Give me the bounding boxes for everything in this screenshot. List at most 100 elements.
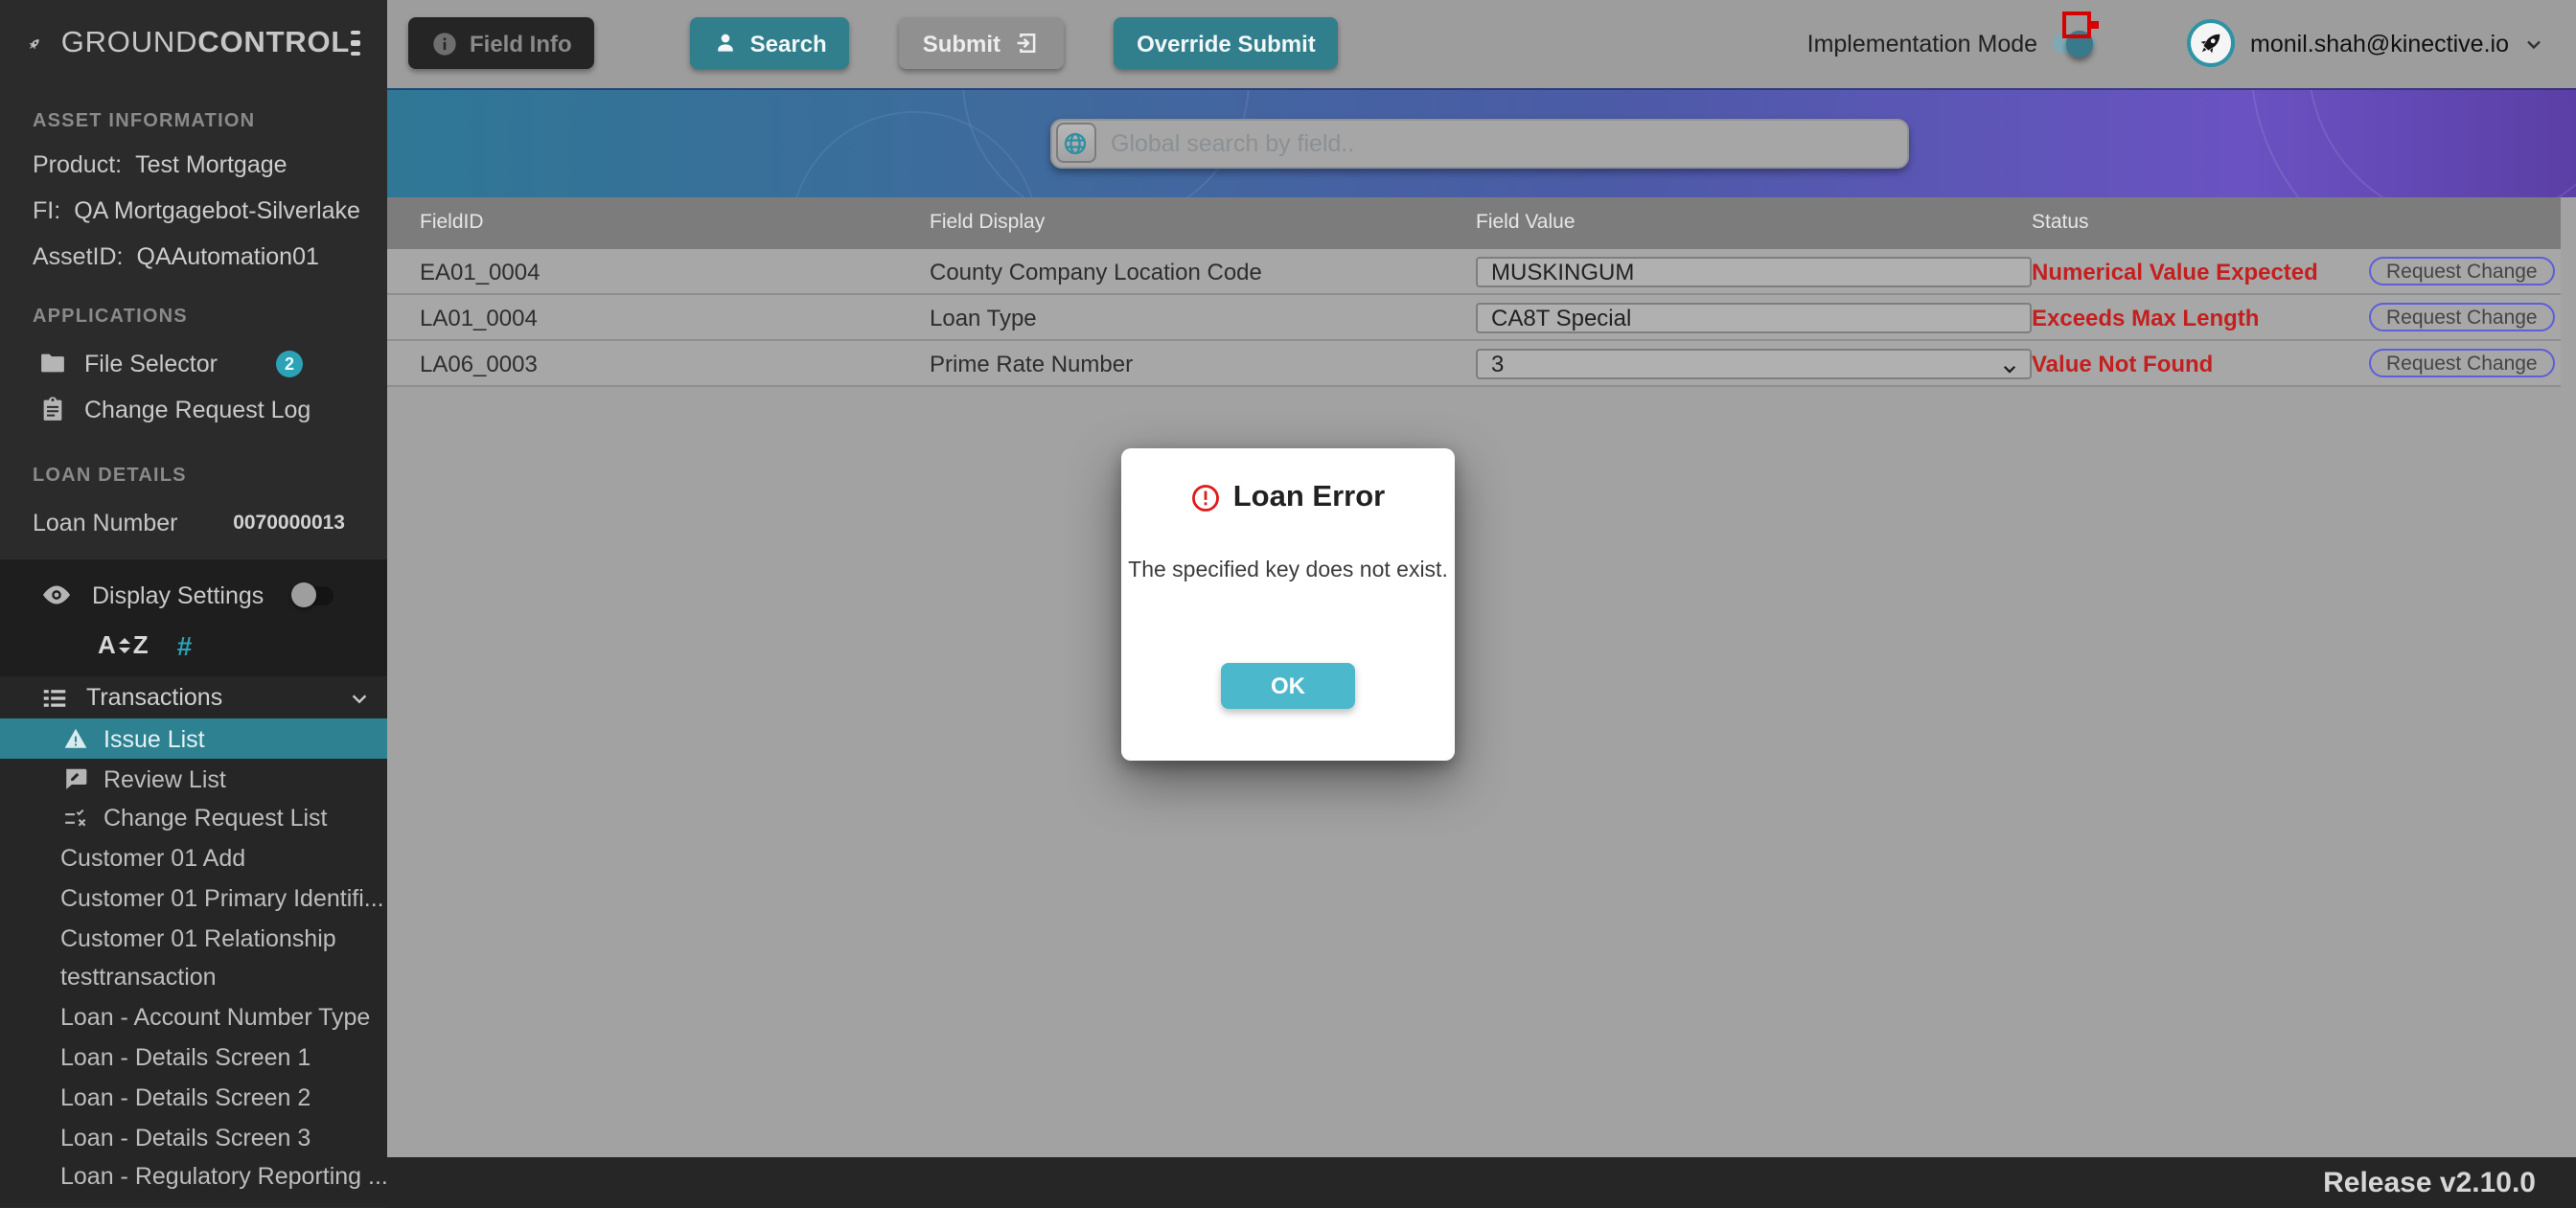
sidebar-item-testtransaction[interactable]: testtransaction: [0, 958, 387, 998]
sidebar-item-review-list[interactable]: Review List: [0, 759, 387, 799]
global-search-bar: [1050, 119, 1909, 168]
gradient-banner: [387, 87, 2576, 196]
sidebar-item-issue-list[interactable]: Issue List: [0, 718, 387, 760]
request-change-button[interactable]: Request Change: [2369, 348, 2555, 378]
column-header-field-value: Field Value: [1476, 211, 1576, 235]
list-icon: [43, 689, 66, 706]
dialog-title-row: Loan Error: [1191, 481, 1385, 515]
asset-id-row: AssetID: QAAutomation01: [33, 243, 319, 270]
column-header-fieldid: FieldID: [420, 211, 484, 235]
hamburger-menu-icon[interactable]: [350, 31, 360, 56]
loan-number-row: Loan Number 0070000013: [33, 509, 345, 536]
toolbar-right-cluster: Implementation Mode monil.shah@kinective…: [1806, 11, 2545, 70]
table-row: LA01_0004 Loan Type Exceeds Max Length R…: [387, 295, 2561, 341]
dialog-message: The specified key does not exist.: [1128, 559, 1448, 582]
sidebar-item-change-request-log[interactable]: Change Request Log: [0, 391, 387, 429]
implementation-mode-toggle[interactable]: [2053, 11, 2110, 70]
transactions-group-header[interactable]: Transactions: [0, 676, 387, 719]
cell-field-id: LA06_0003: [420, 350, 538, 376]
top-toolbar: Field Info Search Submit Override Submit…: [387, 0, 2576, 87]
global-search-input[interactable]: [1111, 129, 1907, 157]
footer: Release v2.10.0: [387, 1156, 2576, 1208]
issue-table: FieldID Field Display Field Value Status…: [387, 196, 2561, 387]
clipboard-icon: [43, 398, 62, 422]
status-text: Exceeds Max Length: [2032, 304, 2260, 330]
display-settings-block: Display Settings AZ #: [0, 558, 387, 676]
brand-title: GROUNDCONTROL: [60, 26, 351, 58]
rule-icon: [65, 809, 86, 827]
main-area: Field Info Search Submit Override Submit…: [387, 0, 2576, 1208]
field-info-button[interactable]: Field Info: [408, 17, 595, 70]
loan-number-value: 0070000013: [233, 511, 345, 535]
annotation-red-box: [2062, 11, 2092, 39]
rocket-logo-icon: [29, 38, 39, 49]
dialog-title: Loan Error: [1232, 481, 1386, 513]
asset-fi-row: FI: QA Mortgagebot-Silverlake: [33, 197, 360, 224]
release-version: Release v2.10.0: [2323, 1166, 2536, 1198]
sidebar-item-customer-01-add[interactable]: Customer 01 Add: [0, 838, 387, 878]
display-settings-toggle[interactable]: [290, 582, 336, 608]
sort-numeric-icon[interactable]: #: [177, 630, 193, 661]
decorative-arc: [2250, 89, 2576, 196]
submit-button[interactable]: Submit: [899, 17, 1065, 70]
sidebar-item-loan-details-screen-3[interactable]: Loan - Details Screen 3: [0, 1118, 387, 1158]
exit-to-app-icon: [1017, 34, 1036, 54]
transactions-section: Transactions Issue List Review List Chan…: [0, 675, 387, 1208]
section-applications: APPLICATIONS: [33, 307, 188, 328]
cell-field-display: Prime Rate Number: [930, 350, 1134, 376]
section-loan-details: LOAN DETAILS: [33, 465, 187, 487]
sidebar-item-loan-variable-rate-info[interactable]: Loan - Variable Rate Info De...: [0, 1197, 387, 1208]
rocket-avatar-icon: [2200, 34, 2220, 54]
asset-product-row: Product: Test Mortgage: [33, 151, 288, 178]
request-change-button[interactable]: Request Change: [2369, 256, 2555, 286]
person-icon: [718, 34, 734, 53]
field-value-input[interactable]: [1476, 256, 2032, 286]
globe-icon[interactable]: [1055, 123, 1095, 164]
override-submit-button[interactable]: Override Submit: [1114, 17, 1339, 70]
status-text: Value Not Found: [2032, 350, 2214, 376]
cell-field-display: County Company Location Code: [930, 258, 1262, 285]
column-header-field-display: Field Display: [930, 211, 1046, 235]
field-value-select[interactable]: [1476, 348, 2032, 378]
annotation-red-tab: [2091, 21, 2100, 30]
cell-field-id: EA01_0004: [420, 258, 540, 285]
folder-icon: [41, 354, 64, 374]
status-text: Numerical Value Expected: [2032, 258, 2318, 285]
sort-alpha-icon[interactable]: AZ: [98, 631, 149, 660]
display-settings-label: Display Settings: [92, 581, 264, 609]
ok-button[interactable]: OK: [1221, 663, 1355, 708]
info-icon: [433, 32, 456, 56]
section-asset-information: ASSET INFORMATION: [33, 111, 256, 132]
field-value-input[interactable]: [1476, 302, 2032, 332]
sidebar: GROUNDCONTROL ASSET INFORMATION Product:…: [0, 0, 387, 1208]
sidebar-item-customer-01-primary-identification[interactable]: Customer 01 Primary Identifi...: [0, 878, 387, 919]
loan-error-dialog: Loan Error The specified key does not ex…: [1121, 448, 1455, 761]
cell-field-id: LA01_0004: [420, 304, 538, 330]
implementation-mode-label: Implementation Mode: [1806, 30, 2038, 57]
brand-header: GROUNDCONTROL: [0, 0, 387, 86]
sidebar-item-file-selector[interactable]: File Selector 2: [0, 345, 387, 383]
table-row: EA01_0004 County Company Location Code N…: [387, 249, 2561, 295]
sidebar-item-customer-01-relationship[interactable]: Customer 01 Relationship: [0, 919, 387, 959]
eye-icon: [42, 586, 71, 605]
user-email: monil.shah@kinective.io: [2250, 30, 2509, 57]
sidebar-item-loan-regulatory-reporting[interactable]: Loan - Regulatory Reporting ...: [0, 1157, 387, 1197]
content-background: [387, 387, 2576, 1156]
chevron-down-icon[interactable]: [349, 687, 370, 708]
column-header-status: Status: [2032, 211, 2089, 235]
user-menu-chevron-down-icon[interactable]: [2522, 33, 2545, 56]
request-change-button[interactable]: Request Change: [2369, 302, 2555, 332]
warning-icon: [64, 729, 87, 749]
sidebar-item-change-request-list[interactable]: Change Request List: [0, 799, 387, 839]
app-window: GROUNDCONTROL ASSET INFORMATION Product:…: [0, 0, 2576, 1208]
sidebar-item-loan-account-number-type[interactable]: Loan - Account Number Type: [0, 998, 387, 1038]
sidebar-item-loan-details-screen-2[interactable]: Loan - Details Screen 2: [0, 1078, 387, 1118]
table-header-row: FieldID Field Display Field Value Status: [387, 196, 2561, 249]
search-button[interactable]: Search: [690, 17, 850, 70]
table-row: LA06_0003 Prime Rate Number Value Not Fo…: [387, 341, 2561, 387]
cell-field-display: Loan Type: [930, 304, 1037, 330]
user-avatar[interactable]: [2187, 19, 2236, 68]
file-selector-badge: 2: [276, 350, 303, 377]
error-outline-icon: [1192, 485, 1220, 512]
sidebar-item-loan-details-screen-1[interactable]: Loan - Details Screen 1: [0, 1037, 387, 1078]
